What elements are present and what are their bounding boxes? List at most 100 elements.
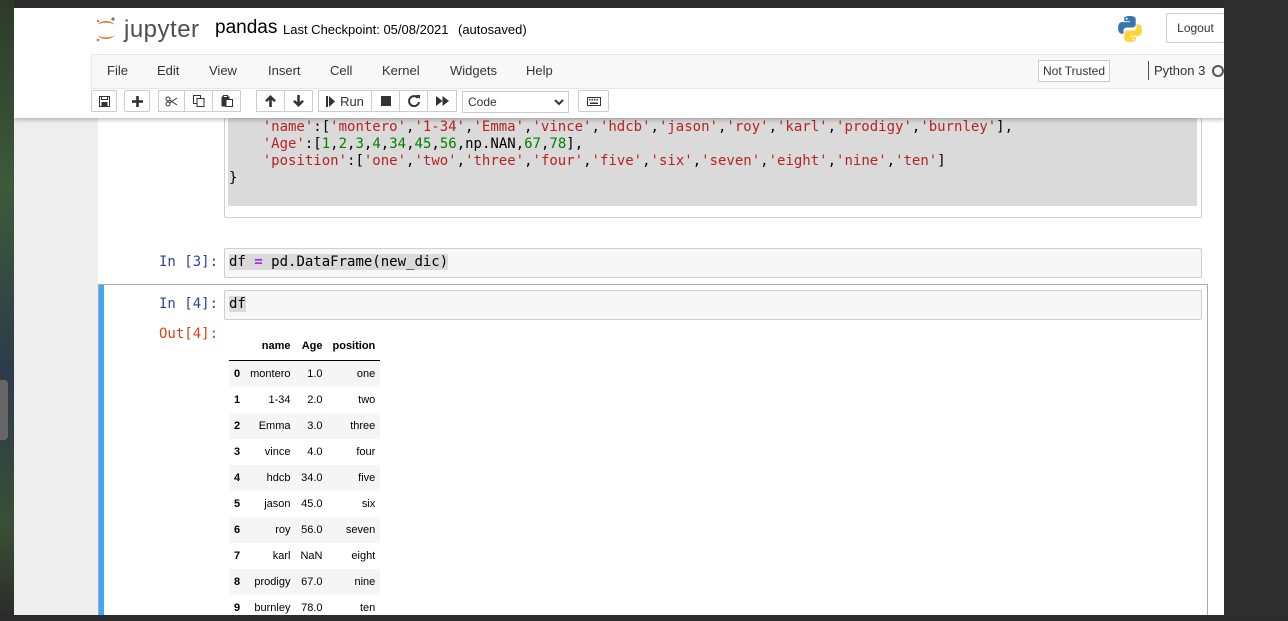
row-index: 2 [234,420,241,432]
menu-cell[interactable]: Cell [330,63,352,78]
checkpoint-status: Last Checkpoint: 05/08/2021 [283,22,449,37]
cell-name: 1-34 [268,394,291,406]
row-index: 8 [234,576,241,588]
menu-widgets[interactable]: Widgets [450,63,497,78]
jupyter-logo[interactable]: jupyter [94,15,200,45]
cell-position: ten [359,602,376,614]
table-row: 9 burnley 78.0 ten [229,595,380,615]
cell-4-output-prompt: Out[4]: [159,326,219,342]
save-icon [98,95,110,107]
row-index: 0 [234,368,241,380]
command-palette-button[interactable] [578,90,609,112]
code-cell-3[interactable]: df = pd.DataFrame(new_dic) [224,248,1202,278]
desktop-right-edge [1224,0,1288,621]
copy-icon [192,95,204,107]
run-label: Run [340,93,364,109]
python-logo-icon [1118,16,1142,42]
notebook-title[interactable]: pandas [215,17,277,39]
cell-age: 34.0 [301,472,323,484]
cell-age: 45.0 [301,498,323,510]
index-header [229,332,246,361]
fast-forward-icon [435,96,449,106]
row-index: 3 [234,446,241,458]
desktop-left-edge [0,0,14,621]
row-index: 9 [234,602,241,614]
table-row: 6 roy 56.0 seven [229,517,381,543]
cell-age: 3.0 [307,420,323,432]
copy-button[interactable] [184,90,213,112]
arrow-up-icon [265,95,276,107]
row-index: 6 [234,524,241,536]
cell-age: NaN [300,550,323,562]
restart-icon [407,95,420,107]
dataframe-table: name Age position 0 montero 1.0 one 1 1-34 2.0… [229,332,381,615]
not-trusted-badge[interactable]: Not Trusted [1038,60,1111,82]
cell-name: jason [264,498,291,510]
restart-run-all-button[interactable] [427,90,457,112]
table-row: 0 montero 1.0 one [229,360,381,387]
menu-help[interactable]: Help [526,63,553,78]
column-header-name: name [245,332,296,361]
cell-name: prodigy [254,576,291,588]
cell-position: eight [351,550,376,562]
cut-button[interactable] [158,90,185,112]
desktop-top-bar [0,0,1288,8]
table-row: 3 vince 4.0 four [229,439,380,465]
plus-icon [131,95,143,107]
cell-age: 56.0 [301,524,323,536]
kernel-name: Python 3 [1154,63,1206,78]
cell-name: hdcb [266,472,291,484]
run-icon [326,95,336,107]
move-group [256,90,313,112]
notebook-header: jupyter pandas Last Checkpoint: 05/08/20… [14,8,1224,118]
save-button[interactable] [91,90,117,112]
table-header-row: name Age position [229,332,381,361]
cell-3-prompt: In [3]: [159,254,219,270]
logo-text: jupyter [124,16,200,43]
insert-cell-button[interactable] [124,90,150,112]
cell-position: one [356,368,376,380]
column-header-position: position [327,332,381,361]
cell-age: 1.0 [307,368,323,380]
table-row: 2 Emma 3.0 three [229,413,381,439]
interrupt-button[interactable] [371,90,400,112]
menubar: File Edit View Insert Cell Kernel Widget… [91,54,1224,89]
cell-age: 78.0 [301,602,323,614]
cell-position: seven [345,524,376,536]
cell-position: five [358,472,376,484]
cell-name: montero [250,368,291,380]
cell-3-code: df = pd.DataFrame(new_dic) [229,254,449,270]
row-index: 4 [234,472,241,484]
paste-button[interactable] [212,90,241,112]
cell-name: burnley [254,602,291,614]
move-down-button[interactable] [284,90,313,112]
menu-view[interactable]: View [209,63,237,78]
cell-type-value: Code [468,95,497,109]
menu-insert[interactable]: Insert [268,63,301,78]
move-up-button[interactable] [256,90,285,112]
cell-type-select[interactable]: Code [462,91,569,113]
cell-position: six [361,498,376,510]
cell-position: three [350,420,376,432]
table-row: 1 1-34 2.0 two [229,387,380,413]
logout-button[interactable]: Logout [1166,13,1224,43]
cell-name: roy [275,524,291,536]
cell-name: karl [272,550,291,562]
code-cell-2[interactable]: 'name':['montero','1-34','Emma','vince',… [224,108,1202,218]
stop-icon [380,96,391,106]
menu-edit[interactable]: Edit [157,63,179,78]
menu-kernel[interactable]: Kernel [382,63,420,78]
toolbar: Run Code [91,88,1224,116]
cell-4-prompt: In [4]: [159,296,219,312]
cell-4-code: df [229,296,246,312]
paste-icon [221,95,233,107]
run-button[interactable]: Run [318,90,372,112]
table-row: 8 prodigy 67.0 nine [229,569,381,595]
restart-button[interactable] [399,90,428,112]
edit-group [158,90,241,112]
cell-2-code: 'name':['montero','1-34','Emma','vince',… [229,119,1014,186]
code-cell-4[interactable]: df [224,290,1202,320]
menu-file[interactable]: File [107,63,128,78]
selected-cell-indicator [99,285,104,615]
table-row: 5 jason 45.0 six [229,491,380,517]
